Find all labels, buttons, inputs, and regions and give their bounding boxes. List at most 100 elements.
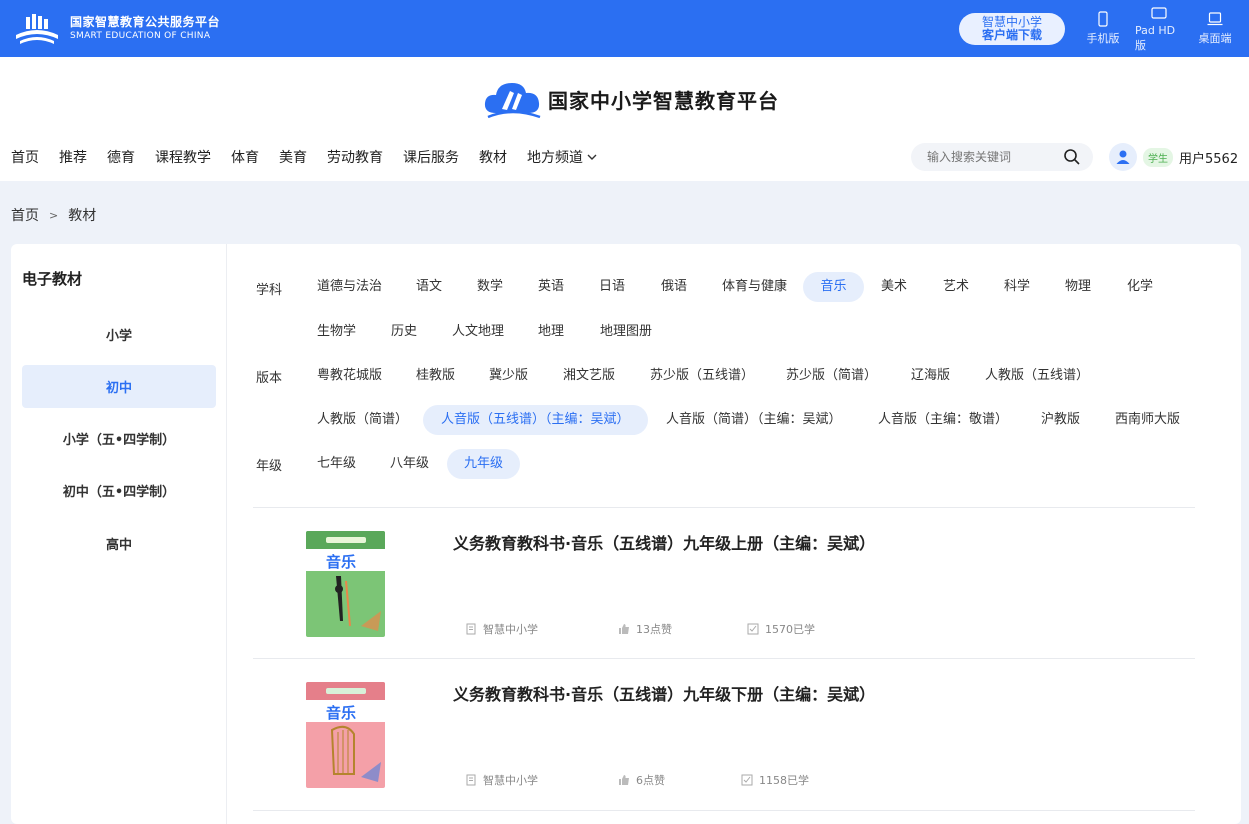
nav-home[interactable]: 首页 <box>11 147 39 167</box>
nav-textbook[interactable]: 教材 <box>479 147 507 167</box>
list-item[interactable]: 音乐 义务教育教科书·音乐（五线谱）九年级下册（主编：吴斌） 智慧中小学 6点赞… <box>253 659 1195 809</box>
search-icon[interactable] <box>1063 148 1081 166</box>
edition-chip[interactable]: 冀少版 <box>475 361 542 391</box>
laptop-icon <box>1207 12 1223 26</box>
nav-course[interactable]: 课程教学 <box>155 147 211 167</box>
edition-chip[interactable]: 苏少版（五线谱） <box>636 361 768 391</box>
list-item[interactable]: 音乐 义务教育教科书·音乐（五线谱）九年级上册（主编：吴斌） 智慧中小学 13点… <box>253 508 1195 658</box>
grade-chip-active[interactable]: 九年级 <box>447 449 521 479</box>
edition-chip[interactable]: 人音版（主编：敬谱） <box>864 405 1022 435</box>
subject-chip[interactable]: 地理 <box>524 317 578 347</box>
edition-chip[interactable]: 人教版（简谱） <box>303 405 422 435</box>
edition-chip[interactable]: 人教版（五线谱） <box>971 361 1103 391</box>
cover-title: 音乐 <box>326 704 357 722</box>
subject-chip[interactable]: 俄语 <box>647 272 701 302</box>
edition-chip[interactable]: 沪教版 <box>1027 405 1094 435</box>
sidebar-title: 电子教材 <box>22 270 83 288</box>
sidebar-item-primary[interactable]: 小学 <box>22 313 216 356</box>
book-cover[interactable]: 音乐 <box>306 531 385 637</box>
edition-chip[interactable]: 桂教版 <box>402 361 469 391</box>
sidebar-item-junior[interactable]: 初中 <box>22 365 216 408</box>
sidebar-item-primary-54[interactable]: 小学（五•四学制） <box>22 417 216 460</box>
book-title[interactable]: 义务教育教科书·音乐（五线谱）九年级上册（主编：吴斌） <box>453 530 875 554</box>
nav-local-channel[interactable]: 地方频道 <box>527 147 597 167</box>
subject-chip[interactable]: 化学 <box>1113 272 1167 302</box>
subject-chip[interactable]: 艺术 <box>929 272 983 302</box>
tablet-icon <box>1151 6 1167 19</box>
subject-chip[interactable]: 生物学 <box>303 317 370 347</box>
grade-chip[interactable]: 八年级 <box>376 449 443 479</box>
search-input[interactable] <box>927 150 1057 164</box>
nav-local-label: 地方频道 <box>527 150 583 166</box>
breadcrumb-home[interactable]: 首页 <box>11 205 39 225</box>
top-bar: 国家智慧教育公共服务平台 SMART EDUCATION OF CHINA 智慧… <box>0 0 1249 57</box>
subject-chip[interactable]: 道德与法治 <box>303 272 396 302</box>
device-tablet[interactable]: Pad HD版 <box>1135 5 1183 53</box>
book-title[interactable]: 义务教育教科书·音乐（五线谱）九年级下册（主编：吴斌） <box>453 681 875 705</box>
platform-logo[interactable]: 国家智慧教育公共服务平台 SMART EDUCATION OF CHINA <box>12 11 220 47</box>
subject-chip[interactable]: 物理 <box>1051 272 1105 302</box>
edition-chip[interactable]: 西南师大版 <box>1101 405 1194 435</box>
likes-text: 13点赞 <box>636 623 672 636</box>
nav-afterschool[interactable]: 课后服务 <box>403 147 459 167</box>
grade-chip[interactable]: 七年级 <box>303 449 370 479</box>
subject-label: 学科 <box>256 283 283 298</box>
edition-chip[interactable]: 粤教花城版 <box>303 361 396 391</box>
nav-recommend[interactable]: 推荐 <box>59 147 87 167</box>
brand-logo[interactable]: 国家中小学智慧教育平台 <box>482 77 779 121</box>
device-label: 手机版 <box>1086 32 1120 45</box>
subject-chip[interactable]: 语文 <box>402 272 456 302</box>
book-learners: 1570已学 <box>747 621 815 637</box>
book-likes: 13点赞 <box>618 621 672 637</box>
username: 用户5562 <box>1179 151 1239 167</box>
nav-moral[interactable]: 德育 <box>107 147 135 167</box>
book-learners: 1158已学 <box>741 772 809 788</box>
breadcrumb-current: 教材 <box>68 208 97 224</box>
edition-chip[interactable]: 辽海版 <box>897 361 964 391</box>
cover-title: 音乐 <box>326 553 357 571</box>
subject-chip[interactable]: 数学 <box>463 272 517 302</box>
book-source: 智慧中小学 <box>465 772 538 788</box>
edition-chip[interactable]: 人音版（简谱）（主编：吴斌） <box>652 405 856 435</box>
sidebar-item-junior-54[interactable]: 初中（五•四学制） <box>22 469 216 512</box>
subject-chip[interactable]: 美术 <box>867 272 921 302</box>
edition-chip[interactable]: 苏少版（简谱） <box>772 361 891 391</box>
device-desktop[interactable]: 桌面端 <box>1191 11 1239 46</box>
avatar[interactable] <box>1109 143 1137 171</box>
subject-chip-active[interactable]: 音乐 <box>803 272 864 302</box>
sidebar-item-senior[interactable]: 高中 <box>22 522 216 565</box>
edition-label: 版本 <box>256 371 283 386</box>
nav-pe[interactable]: 体育 <box>231 147 259 167</box>
download-line2: 客户端下载 <box>981 27 1042 42</box>
subject-chip[interactable]: 历史 <box>377 317 431 347</box>
document-icon <box>466 774 476 786</box>
learners-text: 1158已学 <box>759 774 809 787</box>
book-cover[interactable]: 音乐 <box>306 682 385 788</box>
cover-illustration <box>306 682 385 782</box>
device-phone[interactable]: 手机版 <box>1079 11 1127 46</box>
subject-chip[interactable]: 英语 <box>524 272 578 302</box>
edition-chip[interactable]: 湘文艺版 <box>549 361 629 391</box>
subject-chip[interactable]: 日语 <box>585 272 639 302</box>
nav-labor[interactable]: 劳动教育 <box>327 147 383 167</box>
user-icon <box>1116 150 1130 164</box>
brand-title: 国家中小学智慧教育平台 <box>548 88 779 113</box>
likes-text: 6点赞 <box>636 774 665 787</box>
thumbs-up-icon <box>619 624 629 634</box>
header: 国家中小学智慧教育平台 首页 推荐 德育 课程教学 体育 美育 劳动教育 课后服… <box>0 57 1249 181</box>
user-menu[interactable]: 学生 用户5562 <box>1109 143 1238 171</box>
nav-aesthetic[interactable]: 美育 <box>279 147 307 167</box>
subject-chip[interactable]: 人文地理 <box>438 317 518 347</box>
client-download-button[interactable]: 智慧中小学 客户端下载 <box>959 12 1065 45</box>
subject-chip[interactable]: 体育与健康 <box>708 272 801 302</box>
phone-icon <box>1098 11 1108 27</box>
grade-label: 年级 <box>256 459 283 474</box>
cover-illustration <box>306 531 385 631</box>
device-label: Pad HD版 <box>1135 23 1176 52</box>
subject-chip[interactable]: 科学 <box>990 272 1044 302</box>
document-icon <box>466 623 476 635</box>
logo-chinese: 国家智慧教育公共服务平台 <box>70 14 221 29</box>
edition-chip-active[interactable]: 人音版（五线谱）（主编：吴斌） <box>423 405 648 435</box>
download-line1: 智慧中小学 <box>981 14 1042 29</box>
subject-chip[interactable]: 地理图册 <box>586 317 666 347</box>
